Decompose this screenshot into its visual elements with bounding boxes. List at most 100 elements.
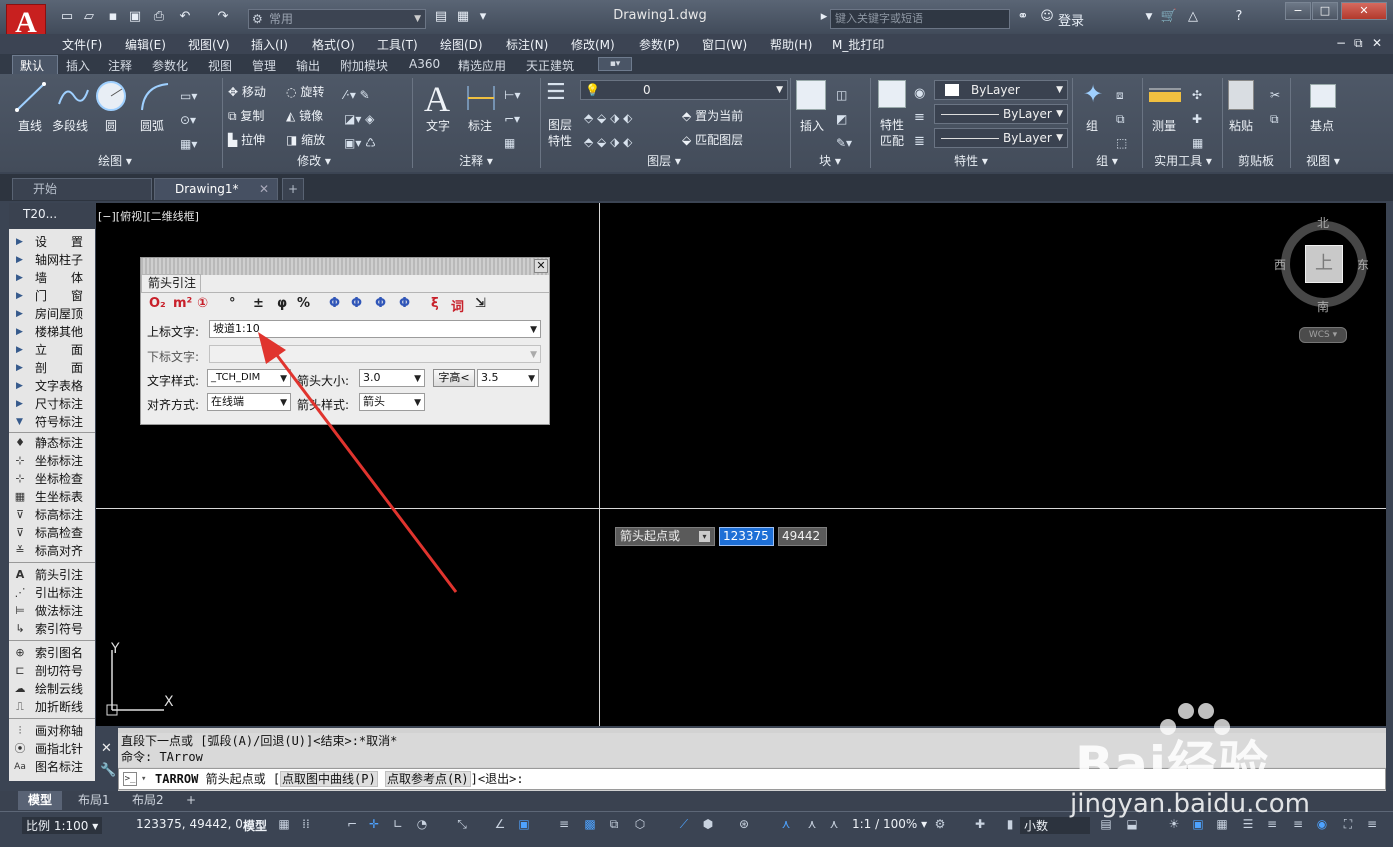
annotation-scale-icon[interactable]: ⋏	[826, 816, 842, 832]
new-tab-button[interactable]: +	[282, 178, 304, 200]
palette-group-stairs[interactable]: ▶ 楼梯其他	[9, 323, 95, 341]
customize-icon[interactable]: ▾	[474, 9, 492, 25]
panel-draw[interactable]: 绘图 ▾	[10, 152, 220, 170]
base-view-icon[interactable]	[1310, 84, 1336, 108]
layer-small-tools[interactable]: ⬘ ⬙ ⬗ ⬖ ⬘ ⬙ ⬗ ⬖	[584, 106, 632, 154]
line-icon[interactable]	[14, 80, 48, 114]
wcs-menu[interactable]: WCS ▾	[1299, 327, 1347, 343]
palette-tool-elevation-align[interactable]: ≚ 标高对齐	[9, 542, 95, 560]
symbol-circled-1-button[interactable]: ①	[197, 296, 208, 311]
plot-icon[interactable]: ⎙	[150, 9, 168, 25]
set-current-button[interactable]: ⬘ 置为当前	[682, 107, 743, 124]
redo-icon[interactable]: ↷	[214, 9, 232, 25]
palette-tool-method[interactable]: ⊨ 做法标注	[9, 602, 95, 620]
menu-file[interactable]: 文件(F)	[62, 36, 102, 53]
coordinates-readout[interactable]: 123375, 49442, 0	[136, 817, 243, 831]
dynamic-input-icon[interactable]: ✛	[366, 816, 382, 832]
saveas-icon[interactable]: ▣	[126, 9, 144, 25]
menu-parametric[interactable]: 参数(P)	[639, 36, 680, 53]
palette-tool-arrow-leader[interactable]: A 箭头引注	[9, 566, 95, 584]
tab-drawing1[interactable]: Drawing1* ✕	[154, 178, 278, 200]
undo-icon[interactable]: ↶	[176, 9, 194, 25]
tab-manage[interactable]: 管理	[252, 57, 276, 74]
palette-tool-leader[interactable]: ⋰ 引出标注	[9, 584, 95, 602]
pick-text-button[interactable]: ⇲	[475, 296, 486, 311]
option-pick-curve[interactable]: 点取图中曲线(P)	[280, 771, 378, 787]
palette-tool-coord-table[interactable]: ▦ 生坐标表	[9, 488, 95, 506]
panel-layers[interactable]: 图层 ▾	[544, 152, 784, 170]
gear-icon[interactable]: ⚙	[932, 816, 948, 832]
symbol-degree-button[interactable]: °	[229, 296, 236, 311]
palette-tool-revcloud[interactable]: ☁ 绘制云线	[9, 680, 95, 698]
osnap-icon[interactable]: ∠	[492, 816, 508, 832]
palette-tool-elevation-check[interactable]: ⊽ 标高检查	[9, 524, 95, 542]
dynamic-input-y[interactable]: 49442	[778, 527, 827, 546]
utility-small-tools[interactable]: ✣ ✚ ▦	[1192, 83, 1203, 155]
palette-tool-drawing-title[interactable]: Aa 图名标注	[9, 758, 95, 776]
plus-icon[interactable]: ✚	[972, 816, 988, 832]
units-select[interactable]: 小数	[1020, 817, 1090, 834]
palette-group-dimension[interactable]: ▶ 尺寸标注	[9, 395, 95, 413]
rotate-button[interactable]: ◌ 旋转	[286, 83, 324, 100]
modify-small-tools[interactable]: ⁄·▾ ✎ ◪▾ ◈ ▣▾ ♺	[344, 83, 376, 155]
cart-icon[interactable]: 🛒	[1160, 9, 1178, 25]
menu-help[interactable]: 帮助(H)	[770, 36, 812, 53]
fullscreen-icon[interactable]: ⛶	[1340, 816, 1356, 832]
layer-select[interactable]: 💡 0 ▼	[580, 80, 788, 100]
help-icon[interactable]: ?	[1230, 9, 1248, 25]
palette-group-room[interactable]: ▶ 房间屋顶	[9, 305, 95, 323]
tab-parametric[interactable]: 参数化	[152, 57, 188, 74]
annotation-scale[interactable]: 比例 1:100 ▾	[22, 817, 103, 834]
option-pick-ref-point[interactable]: 点取参考点(R)	[384, 771, 471, 787]
symbol-special-button[interactable]: ξ	[431, 296, 439, 311]
doc-restore-button[interactable]: ⧉	[1354, 36, 1363, 51]
panel-view[interactable]: 视图 ▾	[1292, 152, 1354, 170]
menu-window[interactable]: 窗口(W)	[702, 36, 747, 53]
tab-more-icon[interactable]: ▪▾	[598, 57, 632, 71]
open-icon[interactable]: ▱	[80, 9, 98, 25]
copy-button[interactable]: ⧉ 复制	[228, 107, 264, 124]
status-menu-icon[interactable]: ≡	[1364, 816, 1380, 832]
menu-view[interactable]: 视图(V)	[188, 36, 230, 53]
compass-west[interactable]: 西	[1274, 256, 1286, 273]
binoculars-icon[interactable]: ⚭	[1014, 9, 1032, 25]
workspace-select[interactable]: ⚙ 常用 ▼	[248, 9, 426, 29]
menu-format[interactable]: 格式(O)	[312, 36, 355, 53]
chevron-down-icon[interactable]: ▾	[141, 769, 146, 789]
scale-button[interactable]: ◨ 缩放	[286, 131, 325, 148]
compass-north[interactable]: 北	[1317, 214, 1329, 231]
doc-minimize-button[interactable]: −	[1336, 36, 1346, 50]
palette-tool-elevation-dim[interactable]: ⊽ 标高标注	[9, 506, 95, 524]
group-small-tools[interactable]: ⧈ ⧉ ⬚	[1116, 83, 1127, 155]
circle-icon[interactable]	[95, 80, 127, 112]
tab-view[interactable]: 视图	[208, 57, 232, 74]
maximize-button[interactable]: □	[1312, 2, 1338, 20]
color-select[interactable]: ByLayer ▼	[934, 80, 1068, 100]
menu-insert[interactable]: 插入(I)	[251, 36, 288, 53]
compass-east[interactable]: 东	[1357, 256, 1369, 273]
selection-cycling-icon[interactable]: ⧉	[606, 816, 622, 832]
move-button[interactable]: ✥ 移动	[228, 83, 266, 100]
selection-filter-icon[interactable]: ⬢	[700, 816, 716, 832]
close-icon[interactable]: ✕	[259, 179, 269, 200]
transparency-icon[interactable]: ▩	[582, 816, 598, 832]
compass-south[interactable]: 南	[1317, 298, 1329, 315]
tab-output[interactable]: 输出	[296, 57, 320, 74]
match-properties-icon[interactable]	[878, 80, 906, 108]
doc-close-button[interactable]: ✕	[1372, 36, 1382, 50]
tab-layout2[interactable]: 布局2	[122, 791, 174, 810]
tab-a360[interactable]: A360	[409, 57, 440, 71]
layer-icon[interactable]: ▤	[432, 9, 450, 25]
palette-tool-section-symbol[interactable]: ⊏ 剖切符号	[9, 662, 95, 680]
palette-tool-index-name[interactable]: ⊕ 索引图名	[9, 644, 95, 662]
menu-batch-plot[interactable]: M_批打印	[832, 36, 884, 53]
save-icon[interactable]: ▪	[104, 9, 122, 25]
linetype-select[interactable]: ByLayer ▼	[934, 104, 1068, 124]
dimension-icon[interactable]	[466, 82, 496, 112]
annotation-visibility-icon[interactable]: ⋏	[778, 816, 794, 832]
dynamic-input-x[interactable]: 123375	[719, 527, 774, 546]
clipboard-small-tools[interactable]: ✂ ⧉	[1270, 83, 1280, 131]
zoom-scale[interactable]: 1:1 / 100% ▾	[852, 817, 927, 831]
new-icon[interactable]: ▭	[58, 9, 76, 25]
tab-annotate[interactable]: 注释	[108, 57, 132, 74]
